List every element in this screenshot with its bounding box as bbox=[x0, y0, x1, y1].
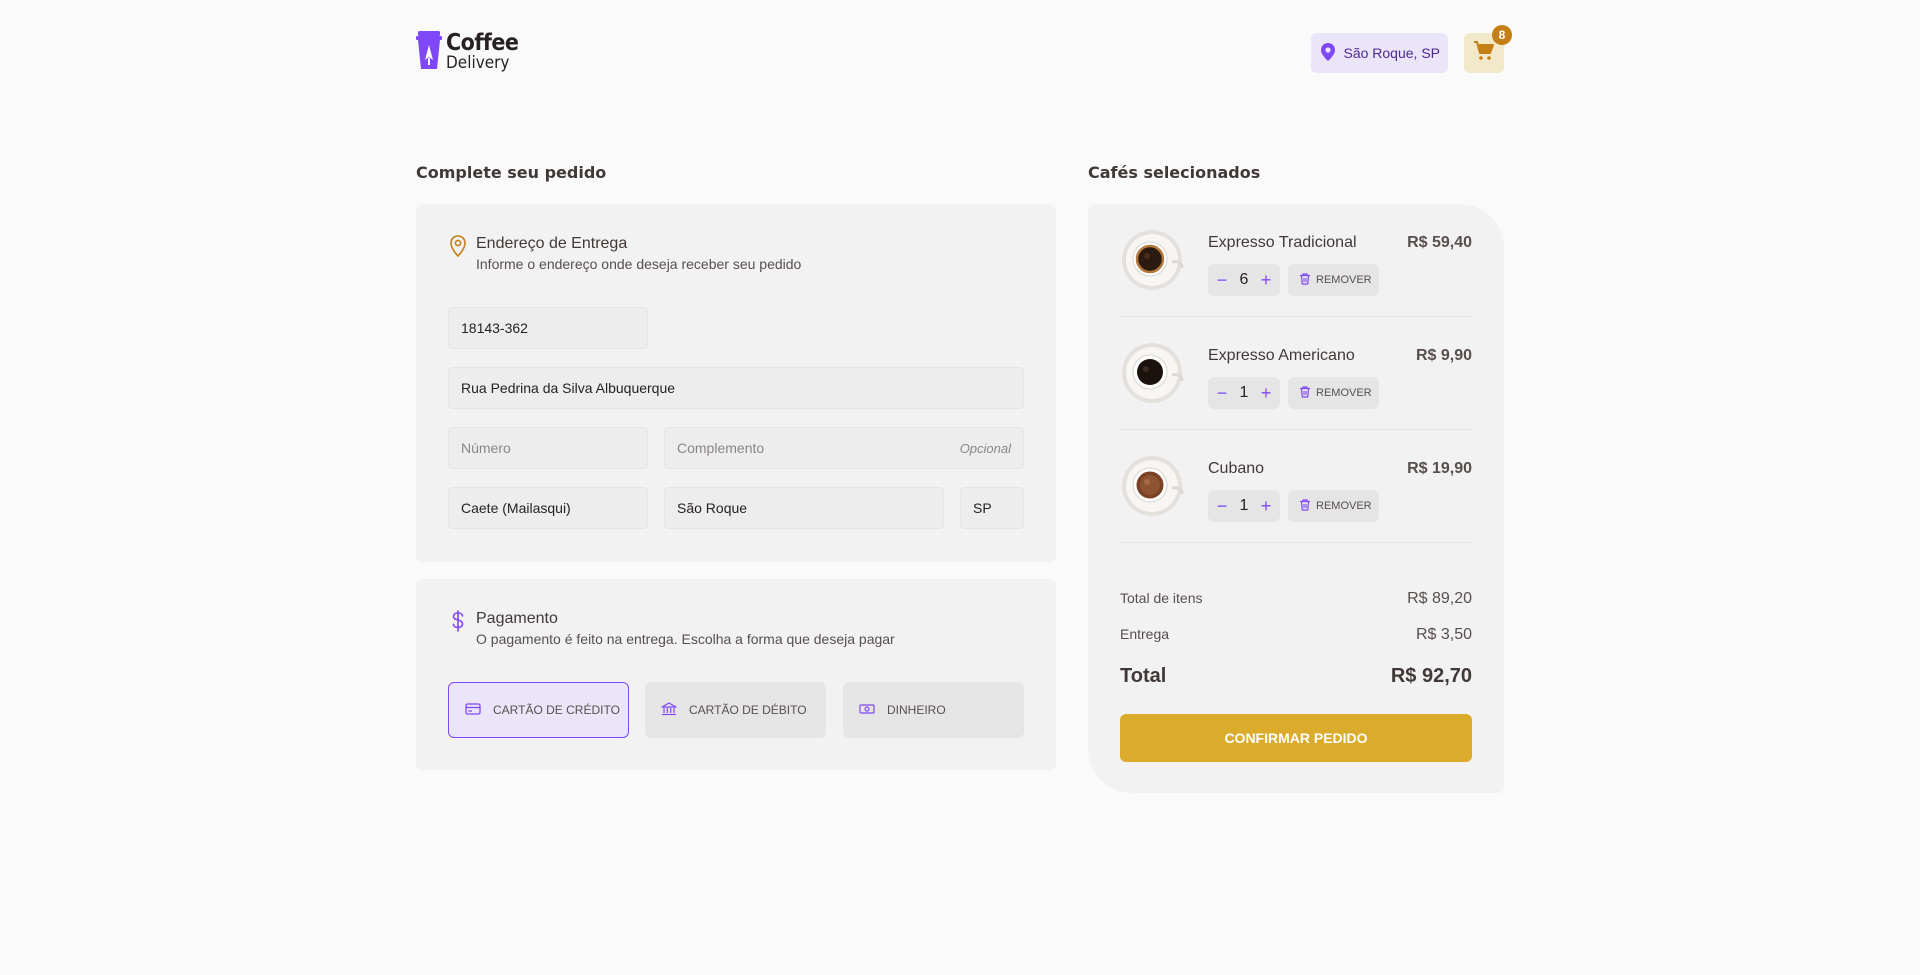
neighborhood-value: Caete (Mailasqui) bbox=[461, 500, 571, 516]
cep-value: 18143-362 bbox=[461, 320, 528, 336]
decrease-button[interactable]: − bbox=[1214, 271, 1230, 289]
complement-optional-label: Opcional bbox=[959, 440, 1011, 456]
summary-items-label: Total de itens bbox=[1120, 590, 1203, 606]
remove-button[interactable]: REMOVER bbox=[1288, 264, 1379, 296]
cart-icon bbox=[1473, 40, 1495, 67]
logo-line2: Delivery bbox=[446, 53, 510, 73]
confirm-order-button[interactable]: CONFIRMAR PEDIDO bbox=[1120, 714, 1472, 762]
remove-label: REMOVER bbox=[1316, 274, 1372, 286]
location-badge[interactable]: São Roque, SP bbox=[1311, 33, 1448, 73]
cart-item-name: Expresso Tradicional bbox=[1208, 234, 1357, 251]
coffee-cup-logo-icon bbox=[416, 30, 442, 75]
street-value: Rua Pedrina da Silva Albuquerque bbox=[461, 380, 676, 396]
uf-value: SP bbox=[973, 500, 992, 516]
quantity-stepper: − 6 + bbox=[1208, 264, 1280, 296]
complement-placeholder: Complemento bbox=[677, 440, 765, 456]
location-text: São Roque, SP bbox=[1343, 45, 1440, 61]
cart-title: Cafés selecionados bbox=[1088, 163, 1261, 182]
quantity-stepper: − 1 + bbox=[1208, 490, 1280, 522]
cart-item-price: R$ 19,90 bbox=[1407, 460, 1472, 477]
trash-icon bbox=[1298, 272, 1312, 289]
address-subheading: Informe o endereço onde deseja receber s… bbox=[476, 255, 802, 272]
summary-delivery-label: Entrega bbox=[1120, 626, 1170, 642]
payment-debit-card-button[interactable]: CARTÃO DE DÉBITO bbox=[645, 682, 826, 738]
cart-count-badge: 8 bbox=[1492, 25, 1512, 45]
address-card: Endereço de Entrega Informe o endereço o… bbox=[416, 204, 1056, 562]
trash-icon bbox=[1298, 498, 1312, 515]
payment-credit-label: CARTÃO DE CRÉDITO bbox=[493, 703, 620, 717]
cart-item-price: R$ 9,90 bbox=[1415, 347, 1472, 364]
summary-items-row: Total de itens R$ 89,20 bbox=[1120, 590, 1472, 608]
city-value: São Roque bbox=[677, 500, 748, 516]
increase-button[interactable]: + bbox=[1258, 384, 1274, 402]
payment-cash-label: DINHEIRO bbox=[887, 703, 946, 717]
decrease-button[interactable]: − bbox=[1214, 384, 1230, 402]
cart-card: Expresso Tradicional R$ 59,40 − 6 + REMO… bbox=[1088, 204, 1504, 793]
coffee-cup-image bbox=[1120, 454, 1184, 518]
city-input[interactable]: São Roque bbox=[664, 487, 944, 529]
quantity-value: 6 bbox=[1239, 271, 1249, 288]
uf-input[interactable]: SP bbox=[960, 487, 1024, 529]
cart-item: Expresso Americano R$ 9,90 − 1 + REMOVER bbox=[1120, 317, 1472, 430]
cart-item: Cubano R$ 19,90 − 1 + REMOVER bbox=[1120, 430, 1472, 543]
cart-item: Expresso Tradicional R$ 59,40 − 6 + REMO… bbox=[1120, 204, 1472, 317]
decrease-button[interactable]: − bbox=[1214, 497, 1230, 515]
dollar-sign-icon bbox=[448, 609, 468, 648]
remove-button[interactable]: REMOVER bbox=[1288, 490, 1379, 522]
cart-item-name: Cubano bbox=[1208, 460, 1265, 477]
street-input[interactable]: Rua Pedrina da Silva Albuquerque bbox=[448, 367, 1024, 409]
complement-input[interactable]: Complemento Opcional bbox=[664, 427, 1024, 469]
header: Coffee Delivery São Roque, SP 8 bbox=[416, 0, 1512, 106]
cart-button[interactable]: 8 bbox=[1464, 25, 1512, 73]
summary-delivery-value: R$ 3,50 bbox=[1415, 626, 1472, 643]
quantity-stepper: − 1 + bbox=[1208, 377, 1280, 409]
payment-debit-label: CARTÃO DE DÉBITO bbox=[689, 703, 807, 717]
checkout-title: Complete seu pedido bbox=[416, 163, 607, 182]
quantity-value: 1 bbox=[1239, 384, 1249, 401]
number-input[interactable]: Número bbox=[448, 427, 648, 469]
payment-credit-card-button[interactable]: CARTÃO DE CRÉDITO bbox=[448, 682, 629, 738]
payment-cash-button[interactable]: DINHEIRO bbox=[843, 682, 1024, 738]
payment-heading: Pagamento bbox=[476, 610, 558, 627]
map-pin-icon bbox=[1319, 42, 1337, 65]
neighborhood-input[interactable]: Caete (Mailasqui) bbox=[448, 487, 648, 529]
cep-input[interactable]: 18143-362 bbox=[448, 307, 648, 349]
trash-icon bbox=[1298, 385, 1312, 402]
summary-total-value: R$ 92,70 bbox=[1390, 665, 1472, 687]
cart-item-price: R$ 59,40 bbox=[1407, 234, 1472, 251]
remove-button[interactable]: REMOVER bbox=[1288, 377, 1379, 409]
remove-label: REMOVER bbox=[1316, 500, 1372, 512]
quantity-value: 1 bbox=[1239, 497, 1249, 514]
increase-button[interactable]: + bbox=[1258, 271, 1274, 289]
credit-card-icon bbox=[465, 702, 481, 719]
number-placeholder: Número bbox=[461, 440, 511, 456]
summary-total-row: Total R$ 92,70 bbox=[1120, 665, 1472, 688]
summary-delivery-row: Entrega R$ 3,50 bbox=[1120, 626, 1472, 644]
coffee-cup-image bbox=[1120, 341, 1184, 405]
cart-item-name: Expresso Americano bbox=[1208, 347, 1355, 364]
increase-button[interactable]: + bbox=[1258, 497, 1274, 515]
payment-subheading: O pagamento é feito na entrega. Escolha … bbox=[476, 630, 895, 647]
logo[interactable]: Coffee Delivery bbox=[416, 30, 519, 75]
map-pin-outline-icon bbox=[448, 234, 468, 273]
remove-label: REMOVER bbox=[1316, 387, 1372, 399]
money-icon bbox=[859, 702, 875, 719]
bank-icon bbox=[661, 701, 677, 719]
coffee-cup-image bbox=[1120, 228, 1184, 292]
address-heading: Endereço de Entrega bbox=[476, 235, 628, 252]
payment-card: Pagamento O pagamento é feito na entrega… bbox=[416, 579, 1056, 770]
logo-line1: Coffee bbox=[446, 30, 519, 56]
summary-items-value: R$ 89,20 bbox=[1407, 590, 1472, 607]
summary-total-label: Total bbox=[1120, 665, 1167, 687]
